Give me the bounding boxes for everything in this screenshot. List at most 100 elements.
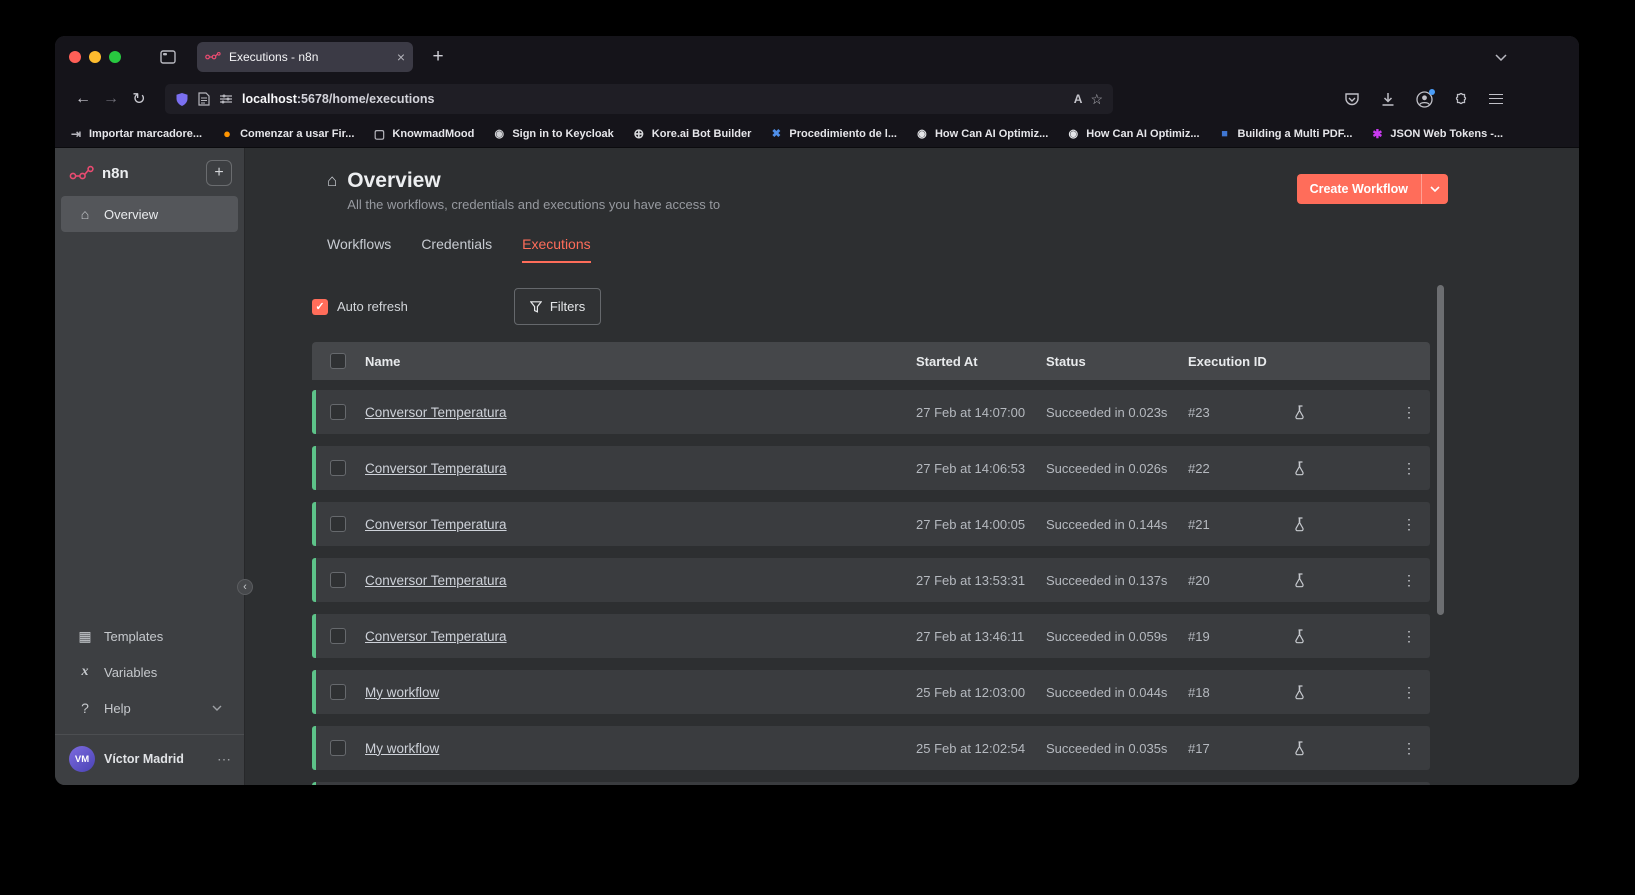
table-row[interactable]: Conversor Temperatura 27 Feb at 14:07:00…	[312, 390, 1430, 434]
filters-button[interactable]: Filters	[513, 288, 602, 325]
row-menu-icon[interactable]: ⋮	[1402, 628, 1416, 645]
row-checkbox[interactable]	[330, 740, 346, 756]
bookmark-item[interactable]: JSON Web Tokens -...	[1370, 127, 1503, 141]
row-menu-icon[interactable]: ⋮	[1402, 516, 1416, 533]
bookmark-label: Sign in to Keycloak	[512, 127, 614, 140]
bookmark-item[interactable]: How Can AI Optimiz...	[1066, 127, 1199, 141]
execution-name-link[interactable]: Conversor Temperatura	[365, 405, 507, 420]
bookmark-item[interactable]: Building a Multi PDF...	[1218, 127, 1353, 141]
reload-button[interactable]: ↻	[125, 85, 153, 113]
row-menu-icon[interactable]: ⋮	[1402, 460, 1416, 477]
row-checkbox[interactable]	[330, 516, 346, 532]
debug-flask-icon[interactable]	[1293, 572, 1306, 588]
url-host: localhost	[242, 92, 297, 106]
minimize-window-button[interactable]	[89, 51, 101, 63]
column-header-status: Status	[1046, 353, 1086, 369]
zoom-window-button[interactable]	[109, 51, 121, 63]
pocket-icon[interactable]	[1341, 88, 1363, 110]
new-tab-button[interactable]: +	[425, 44, 451, 70]
auto-refresh-checkbox[interactable]: ✓	[312, 298, 328, 315]
home-icon: ⌂	[80, 206, 90, 222]
tab-close-icon[interactable]: ×	[397, 49, 405, 65]
bookmark-item[interactable]: Comenzar a usar Fir...	[220, 127, 354, 141]
table-row[interactable]: Conversor Temperatura 27 Feb at 14:00:05…	[312, 502, 1430, 546]
debug-flask-icon[interactable]	[1293, 628, 1306, 644]
execution-name-link[interactable]: My workflow	[365, 741, 439, 756]
row-checkbox[interactable]	[330, 684, 346, 700]
tab-executions[interactable]: Executions	[522, 236, 591, 263]
row-checkbox[interactable]	[330, 404, 346, 420]
bookmark-label: Building a Multi PDF...	[1237, 127, 1353, 140]
bookmark-favicon-icon	[372, 127, 386, 141]
page-info-icon[interactable]	[198, 92, 210, 106]
create-workflow-caret-icon[interactable]	[1421, 174, 1448, 204]
url-bar[interactable]: localhost:5678/home/executions A ☆	[165, 84, 1113, 114]
create-workflow-button[interactable]: Create Workflow	[1296, 174, 1448, 204]
execution-name-link[interactable]: Conversor Temperatura	[365, 517, 507, 532]
extensions-icon[interactable]	[1449, 88, 1471, 110]
table-row[interactable]: My workflow 25 Feb at 12:03:00 Succeeded…	[312, 670, 1430, 714]
row-menu-icon[interactable]: ⋮	[1402, 572, 1416, 589]
tracking-shield-icon[interactable]	[175, 92, 189, 107]
create-workflow-label[interactable]: Create Workflow	[1297, 174, 1421, 204]
close-window-button[interactable]	[69, 51, 81, 63]
table-row[interactable]: My workflow 25 Feb at 12:02:54 Succeeded…	[312, 726, 1430, 770]
content-scrollbar[interactable]	[1437, 285, 1444, 615]
row-checkbox[interactable]	[330, 572, 346, 588]
table-row-partial	[312, 782, 1430, 785]
tab-overflow-chevron-icon[interactable]	[1495, 53, 1507, 61]
n8n-logo-icon	[69, 165, 95, 181]
add-workflow-button[interactable]: +	[206, 160, 232, 186]
forward-button[interactable]: →	[97, 85, 125, 113]
execution-name-link[interactable]: My workflow	[365, 685, 439, 700]
sidebar-item-label: Help	[104, 700, 131, 716]
debug-flask-icon[interactable]	[1293, 460, 1306, 476]
execution-name-link[interactable]: Conversor Temperatura	[365, 573, 507, 588]
bookmark-item[interactable]: Importar marcadore...	[69, 127, 202, 141]
bookmark-item[interactable]: Procedimiento de l...	[769, 127, 897, 141]
row-menu-icon[interactable]: ⋮	[1402, 740, 1416, 757]
table-row[interactable]: Conversor Temperatura 27 Feb at 13:53:31…	[312, 558, 1430, 602]
permissions-icon[interactable]	[219, 93, 233, 105]
translate-icon[interactable]: A	[1074, 92, 1083, 106]
bookmark-star-icon[interactable]: ☆	[1090, 91, 1103, 108]
execution-id: #18	[1188, 684, 1210, 700]
tab-workflows[interactable]: Workflows	[327, 236, 391, 263]
table-row[interactable]: Conversor Temperatura 27 Feb at 14:06:53…	[312, 446, 1430, 490]
row-checkbox[interactable]	[330, 460, 346, 476]
firefox-view-icon[interactable]	[155, 44, 181, 70]
sidebar-item-overview[interactable]: ⌂ Overview	[61, 196, 238, 232]
url-text[interactable]: localhost:5678/home/executions	[242, 90, 1065, 108]
table-row[interactable]: Conversor Temperatura 27 Feb at 13:46:11…	[312, 614, 1430, 658]
back-button[interactable]: ←	[69, 85, 97, 113]
menu-button[interactable]	[1485, 88, 1507, 110]
row-menu-icon[interactable]: ⋮	[1402, 684, 1416, 701]
bookmark-item[interactable]: KnowmadMood	[372, 127, 474, 141]
browser-tab[interactable]: Executions - n8n ×	[197, 42, 413, 72]
toolbar-icons	[1341, 88, 1507, 110]
row-checkbox[interactable]	[330, 628, 346, 644]
bookmark-item[interactable]: How Can AI Optimiz...	[915, 127, 1048, 141]
account-icon[interactable]	[1413, 88, 1435, 110]
debug-flask-icon[interactable]	[1293, 684, 1306, 700]
execution-name-link[interactable]: Conversor Temperatura	[365, 461, 507, 476]
row-menu-icon[interactable]: ⋮	[1402, 404, 1416, 421]
bookmark-item[interactable]: Kore.ai Bot Builder	[632, 127, 752, 141]
debug-flask-icon[interactable]	[1293, 516, 1306, 532]
debug-flask-icon[interactable]	[1293, 740, 1306, 756]
execution-name-link[interactable]: Conversor Temperatura	[365, 629, 507, 644]
user-menu[interactable]: VM Víctor Madrid ⋯	[55, 735, 244, 785]
tab-credentials[interactable]: Credentials	[421, 236, 492, 263]
sidebar-item-templates[interactable]: ▦ Templates	[61, 618, 238, 654]
sidebar-item-variables[interactable]: x Variables	[61, 654, 238, 690]
user-more-button[interactable]: ⋯	[217, 751, 232, 768]
executions-table: Name Started At Status Execution ID Conv…	[312, 342, 1430, 785]
bookmark-label: Importar marcadore...	[89, 127, 203, 140]
bookmark-item[interactable]: Sign in to Keycloak	[492, 127, 613, 141]
download-icon[interactable]	[1377, 88, 1399, 110]
sidebar-item-help[interactable]: ? Help	[61, 690, 238, 726]
select-all-checkbox[interactable]	[330, 353, 346, 369]
debug-flask-icon[interactable]	[1293, 404, 1306, 420]
sidebar-collapse-handle[interactable]: ‹	[237, 579, 253, 595]
tab-title: Executions - n8n	[229, 50, 319, 64]
